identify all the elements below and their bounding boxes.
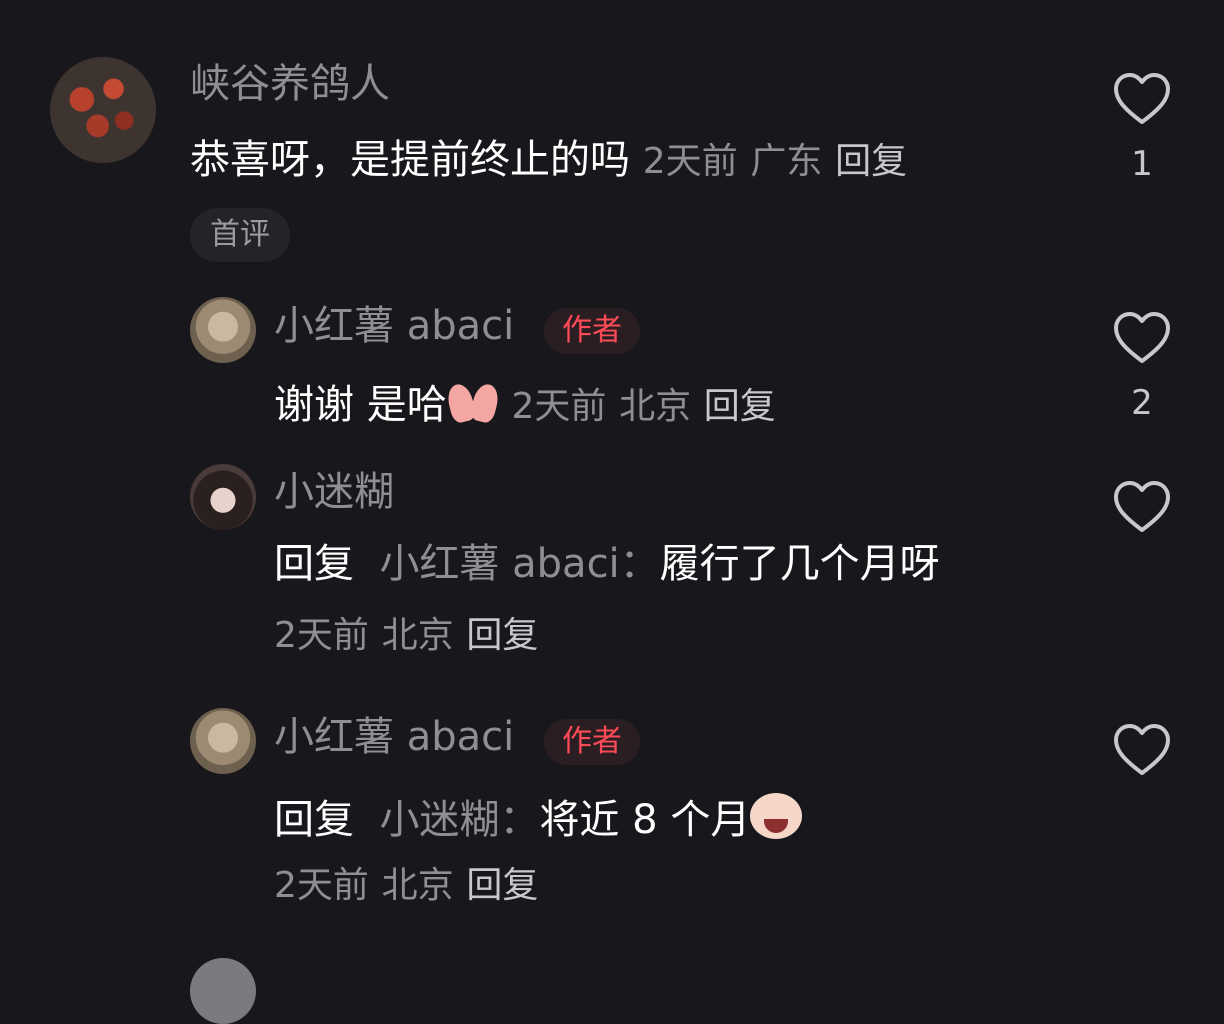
avatar[interactable] <box>190 708 256 774</box>
comment-time: 2天前 <box>642 141 738 182</box>
crying-laughing-emoji <box>750 793 803 839</box>
comment-text: 将近 8 个月 <box>539 797 751 843</box>
author-badge: 作者 <box>544 719 640 765</box>
reply-prefix: 回复 <box>274 797 354 843</box>
comment-username[interactable]: 小红薯 abaci <box>274 717 514 757</box>
pray-hands-emoji <box>447 382 499 422</box>
comment-text: 恭喜呀，是提前终止的吗 <box>190 137 630 183</box>
reply-button[interactable]: 回复 <box>466 615 538 656</box>
heart-outline-icon <box>1114 724 1170 775</box>
like-button[interactable]: 1 <box>1112 72 1172 184</box>
first-comment-badge: 首评 <box>190 208 290 262</box>
reply-target-username[interactable]: 小红薯 abaci <box>379 541 619 587</box>
like-button[interactable]: 2 <box>1112 311 1172 423</box>
avatar[interactable] <box>50 57 156 163</box>
reply-button[interactable]: 回复 <box>466 865 538 906</box>
reply-prefix: 回复 <box>274 541 354 587</box>
comment-meta-line: 2天前 北京 回复 <box>274 864 538 904</box>
comment-text: 履行了几个月呀 <box>659 541 940 587</box>
avatar[interactable] <box>190 958 256 1024</box>
comment-username[interactable]: 小迷糊 <box>274 472 394 512</box>
comment-meta-line: 2天前 北京 回复 <box>274 614 538 654</box>
heart-outline-icon <box>1114 73 1170 124</box>
reply-button[interactable]: 回复 <box>835 141 907 182</box>
avatar[interactable] <box>190 297 256 363</box>
comment-time: 2天前 <box>274 865 369 906</box>
comment-text-line[interactable]: 恭喜呀，是提前终止的吗 2天前 广东 回复 <box>190 140 907 180</box>
comment-time: 2天前 <box>274 615 369 656</box>
comment-text-line[interactable]: 回复 小迷糊：将近 8 个月 <box>274 793 803 843</box>
author-badge: 作者 <box>544 308 640 354</box>
comment-text-line[interactable]: 谢谢 是哈 2天前 北京 回复 <box>274 382 776 425</box>
comment-text: 谢谢 是哈 <box>274 382 447 428</box>
comment-location: 广东 <box>750 141 823 182</box>
comment-username[interactable]: 峡谷养鸽人 <box>190 64 390 104</box>
comment-location: 北京 <box>381 865 454 906</box>
like-button[interactable] <box>1112 480 1172 534</box>
heart-outline-icon <box>1114 312 1170 363</box>
avatar[interactable] <box>190 464 256 530</box>
reply-target-username[interactable]: 小迷糊 <box>379 797 499 843</box>
like-button[interactable] <box>1112 723 1172 777</box>
like-count: 1 <box>1131 144 1153 184</box>
comment-location: 北京 <box>619 386 692 427</box>
comment-location: 北京 <box>381 615 454 656</box>
comment-time: 2天前 <box>511 386 607 427</box>
heart-outline-icon <box>1114 481 1170 532</box>
comment-text-line[interactable]: 回复 小红薯 abaci：履行了几个月呀 <box>274 544 940 584</box>
reply-button[interactable]: 回复 <box>704 386 776 427</box>
like-count: 2 <box>1131 383 1153 423</box>
comment-username[interactable]: 小红薯 abaci <box>274 306 514 346</box>
